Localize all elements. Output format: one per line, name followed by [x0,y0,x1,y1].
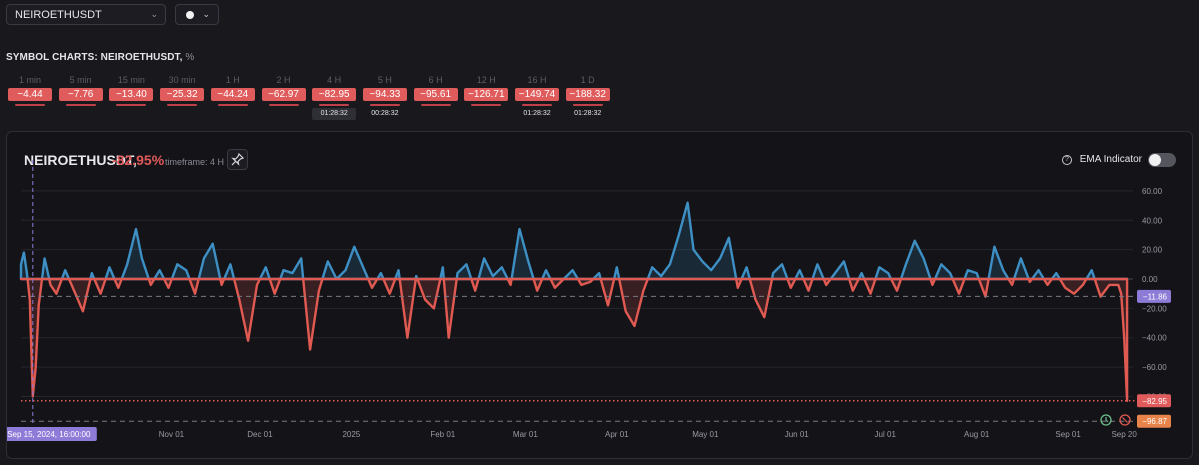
section-title: SYMBOL CHARTS: NEIROETHUSDT, % [6,52,194,63]
timeframe-value: −82.95 [312,88,357,101]
y-tick-label: 0.00 [1142,275,1158,284]
timeframe-tile[interactable]: 30 min −25.32 [159,74,205,120]
timeframe-timer: 01:28:32 [523,110,551,117]
price-badge-label: −82.95 [1142,397,1167,406]
section-title-text: SYMBOL CHARTS: NEIROETHUSDT, [6,52,183,63]
timeframe-underline [116,104,147,106]
timeframe-tile[interactable]: 6 H −95.61 [413,74,459,120]
timeframe-timer [414,108,458,120]
timeframe-label: 15 min [117,75,145,85]
x-tick-label: Jul 01 [875,430,897,439]
color-select[interactable]: ⌄ [175,4,219,25]
timeframe-label: 5 min [69,75,92,85]
timeframe-timer [211,108,255,120]
timeframe-underline [167,104,198,106]
timeframe-value: −25.32 [160,88,205,101]
positive-area [19,201,1129,281]
timeframe-timer [160,108,204,120]
x-tick-label: May 01 [692,430,719,439]
x-tick-label: Apr 01 [605,430,629,439]
chart-svg: 60.0040.0020.000.00−20.00−40.00−60.00−80… [7,160,1171,441]
timeframe-tile[interactable]: 5 H −94.33 00:28:32 [362,74,408,120]
timeframe-timer [59,108,103,120]
x-tick-label: 2025 [342,430,360,439]
y-tick-label: −20.00 [1142,304,1167,313]
y-tick-label: 40.00 [1142,216,1163,225]
timeframe-timer [464,108,508,120]
timeframe-row: 1 min −4.44 5 min −7.76 15 min −13.40 30 min −2… [0,74,610,124]
x-tick-label: Jun 01 [785,430,810,439]
section-title-unit: % [185,52,195,63]
alarm-add-icon[interactable] [1100,414,1112,426]
timeframe-label: 1 D [580,75,595,85]
timeframe-label: 5 H [377,75,392,85]
timeframe-value: −95.61 [413,88,458,101]
timeframe-tile[interactable]: 1 D −188.32 01:28:32 [565,74,611,120]
symbol-select-value: NEIROETHUSDT [15,9,102,21]
timeframe-label: 30 min [168,75,196,85]
timeframe-value: −44.24 [210,88,255,101]
x-tick-label: Feb 01 [430,430,455,439]
chart-panel: NEIROETHUSDT, -82.95% timeframe: 4 H ? E… [6,131,1193,459]
timeframe-tile[interactable]: 4 H −82.95 01:28:32 [311,74,357,120]
timeframe-tile[interactable]: 12 H −126.71 [463,74,509,120]
timeframe-value: −188.32 [565,88,610,101]
timeframe-label: 1 min [18,75,41,85]
chevron-down-icon: ⌄ [202,9,210,19]
timeframe-value: −149.74 [515,88,559,101]
timeframe-tile[interactable]: 1 H −44.24 [210,74,256,120]
timeframe-tile[interactable]: 5 min −7.76 [58,74,104,120]
timeframe-underline [319,104,350,106]
symbol-select[interactable]: NEIROETHUSDT ⌄ [6,4,166,25]
timeframe-tile[interactable]: 16 H −149.74 01:28:32 [514,74,560,120]
price-badge-label: −96.87 [1142,417,1167,426]
timeframe-underline [572,104,603,106]
timeframe-timer [262,108,306,120]
timeframe-label: 4 H [327,75,342,85]
x-tick-label: Aug 01 [964,430,990,439]
chevron-down-icon: ⌄ [150,9,158,19]
timeframe-underline [15,104,45,106]
timeframe-underline [217,104,248,106]
x-tick-label: Sep 20 [1111,430,1137,439]
timeframe-value: −62.97 [261,88,306,101]
y-tick-label: 60.00 [1142,187,1163,196]
timeframe-timer [109,108,153,120]
timeframe-underline [268,104,299,106]
timeframe-value: −94.33 [362,88,407,101]
timeframe-label: 12 H [476,75,496,85]
timeframe-value: −7.76 [58,88,103,101]
negative-area [19,277,1129,402]
y-tick-label: −40.00 [1142,334,1167,343]
timeframe-underline [65,104,96,106]
timeframe-value: −13.40 [109,88,154,101]
timeframe-underline [369,104,400,106]
timeframe-underline [420,104,451,106]
color-dot-icon [186,11,194,19]
x-tick-label: Sep 01 [1055,430,1081,439]
y-tick-label: 20.00 [1142,246,1163,255]
x-tick-label: Mar 01 [513,430,538,439]
timeframe-label: 6 H [428,75,443,85]
crosshair-date-label: Sep 15, 2024, 16:00:00 [7,430,91,439]
x-tick-label: Dec 01 [247,430,273,439]
timeframe-label: 1 H [225,75,240,85]
price-badge-label: −11.86 [1143,292,1168,301]
timeframe-label: 2 H [276,75,291,85]
timeframe-tile[interactable]: 2 H −62.97 [261,74,307,120]
timeframe-value: −126.71 [464,88,509,101]
timeframe-timer: 01:28:32 [574,110,602,117]
timeframe-underline [471,104,502,106]
y-tick-label: −60.00 [1142,363,1167,372]
timeframe-tile[interactable]: 15 min −13.40 [108,74,154,120]
timeframe-timer [8,108,52,120]
timeframe-tile[interactable]: 1 min −4.44 [7,74,53,120]
alarm-remove-icon[interactable] [1119,414,1131,426]
x-tick-label: Nov 01 [159,430,185,439]
timeframe-timer: 01:28:32 [312,108,357,120]
timeframe-underline [522,104,552,106]
timeframe-timer: 00:28:32 [371,110,399,117]
timeframe-label: 16 H [527,75,547,85]
timeframe-value: −4.44 [8,88,52,101]
